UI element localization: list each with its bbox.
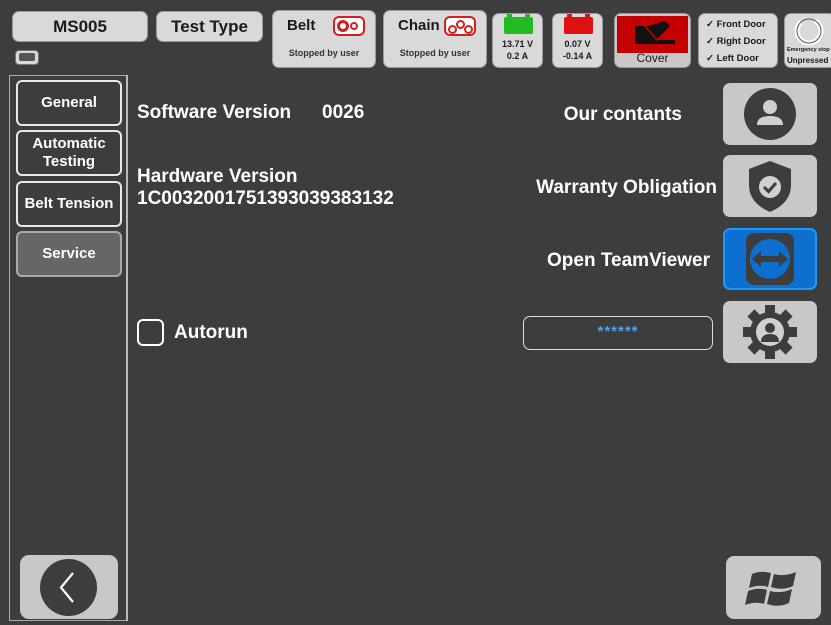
battery-green-icon: [504, 14, 533, 34]
right-door-status: ✓ Right Door: [706, 36, 766, 47]
tab-service[interactable]: Service: [16, 231, 122, 277]
belt-title: Belt: [287, 17, 316, 34]
autorun-checkbox[interactable]: [137, 319, 164, 346]
chevron-left-icon: [59, 572, 74, 603]
machine-id-label: MS005: [53, 16, 107, 36]
emergency-stop-tile: Emergency stop Unpressed: [784, 13, 831, 68]
chain-status-tile[interactable]: Chain Stopped by user: [383, 10, 487, 68]
test-type-label: Test Type: [171, 16, 248, 36]
tab-automatic-testing[interactable]: Automatic Testing: [16, 130, 122, 176]
top-status-bar: MS005 Test Type Belt Stopped by user Cha…: [0, 0, 831, 72]
belt-status: Stopped by user: [288, 48, 360, 58]
contacts-label: Our contants: [563, 104, 682, 125]
tab-belt-tension[interactable]: Belt Tension: [16, 181, 122, 227]
teamviewer-button[interactable]: [723, 228, 817, 290]
battery-2-voltage: 0.07 V: [564, 39, 591, 49]
chain-status: Stopped by user: [399, 48, 471, 58]
emergency-stop-state: Unpressed: [787, 56, 829, 65]
belt-icon: [333, 16, 365, 36]
cover-label: Cover: [636, 51, 669, 65]
tab-belt-tension-label: Belt Tension: [24, 195, 114, 212]
cover-status-tile[interactable]: Cover: [614, 13, 691, 68]
tab-automatic-testing-label: Automatic Testing: [32, 135, 106, 170]
belt-status-tile[interactable]: Belt Stopped by user: [272, 10, 376, 68]
warranty-label: Warranty Obligation: [536, 177, 717, 198]
emergency-stop-label: Emergency stop: [787, 47, 830, 53]
back-circle: [40, 559, 97, 616]
teamviewer-icon: [746, 233, 794, 285]
battery-1-voltage: 13.71 V: [501, 39, 534, 49]
machine-id-button[interactable]: MS005: [12, 11, 148, 42]
chain-title: Chain: [398, 17, 440, 34]
test-type-button[interactable]: Test Type: [156, 11, 263, 42]
left-door-status: ✓ Left Door: [706, 53, 759, 64]
shield-check-icon: [749, 161, 791, 212]
service-password-field[interactable]: ******: [523, 316, 713, 350]
software-version-value: 0026: [322, 102, 365, 123]
windows-logo-icon: [745, 571, 796, 606]
tab-service-label: Service: [42, 245, 96, 262]
battery-red-icon: [564, 14, 593, 34]
user-gear-icon: [743, 305, 797, 359]
battery-1-current: 0.2 A: [506, 51, 529, 61]
back-button[interactable]: [20, 555, 118, 619]
cover-indicator: [617, 16, 688, 53]
cover-lid-icon: [635, 19, 675, 44]
contacts-button[interactable]: [723, 83, 817, 145]
hardware-version-value: 1C0032001751393039383132: [137, 188, 394, 209]
windows-button[interactable]: [726, 556, 821, 619]
hardware-version-label: Hardware Version: [137, 166, 298, 187]
front-door-status: ✓ Front Door: [706, 19, 766, 30]
software-version-label: Software Version: [137, 102, 292, 123]
chain-icon: [444, 16, 476, 36]
battery-2-current: -0.14 A: [562, 51, 593, 61]
warranty-button[interactable]: [723, 155, 817, 217]
service-settings-button[interactable]: [723, 301, 817, 363]
autorun-label[interactable]: Autorun: [174, 322, 248, 344]
emergency-stop-icon: [794, 16, 824, 46]
tab-general[interactable]: General: [16, 80, 122, 126]
user-circle-icon: [744, 88, 796, 140]
doors-status-tile: ✓ Front Door ✓ Right Door ✓ Left Door: [698, 13, 778, 68]
battery-2-tile: 0.07 V -0.14 A: [552, 13, 603, 68]
teamviewer-label: Open TeamViewer: [547, 250, 710, 271]
display-icon[interactable]: [15, 50, 39, 65]
battery-1-tile: 13.71 V 0.2 A: [492, 13, 543, 68]
tab-general-label: General: [41, 94, 97, 111]
